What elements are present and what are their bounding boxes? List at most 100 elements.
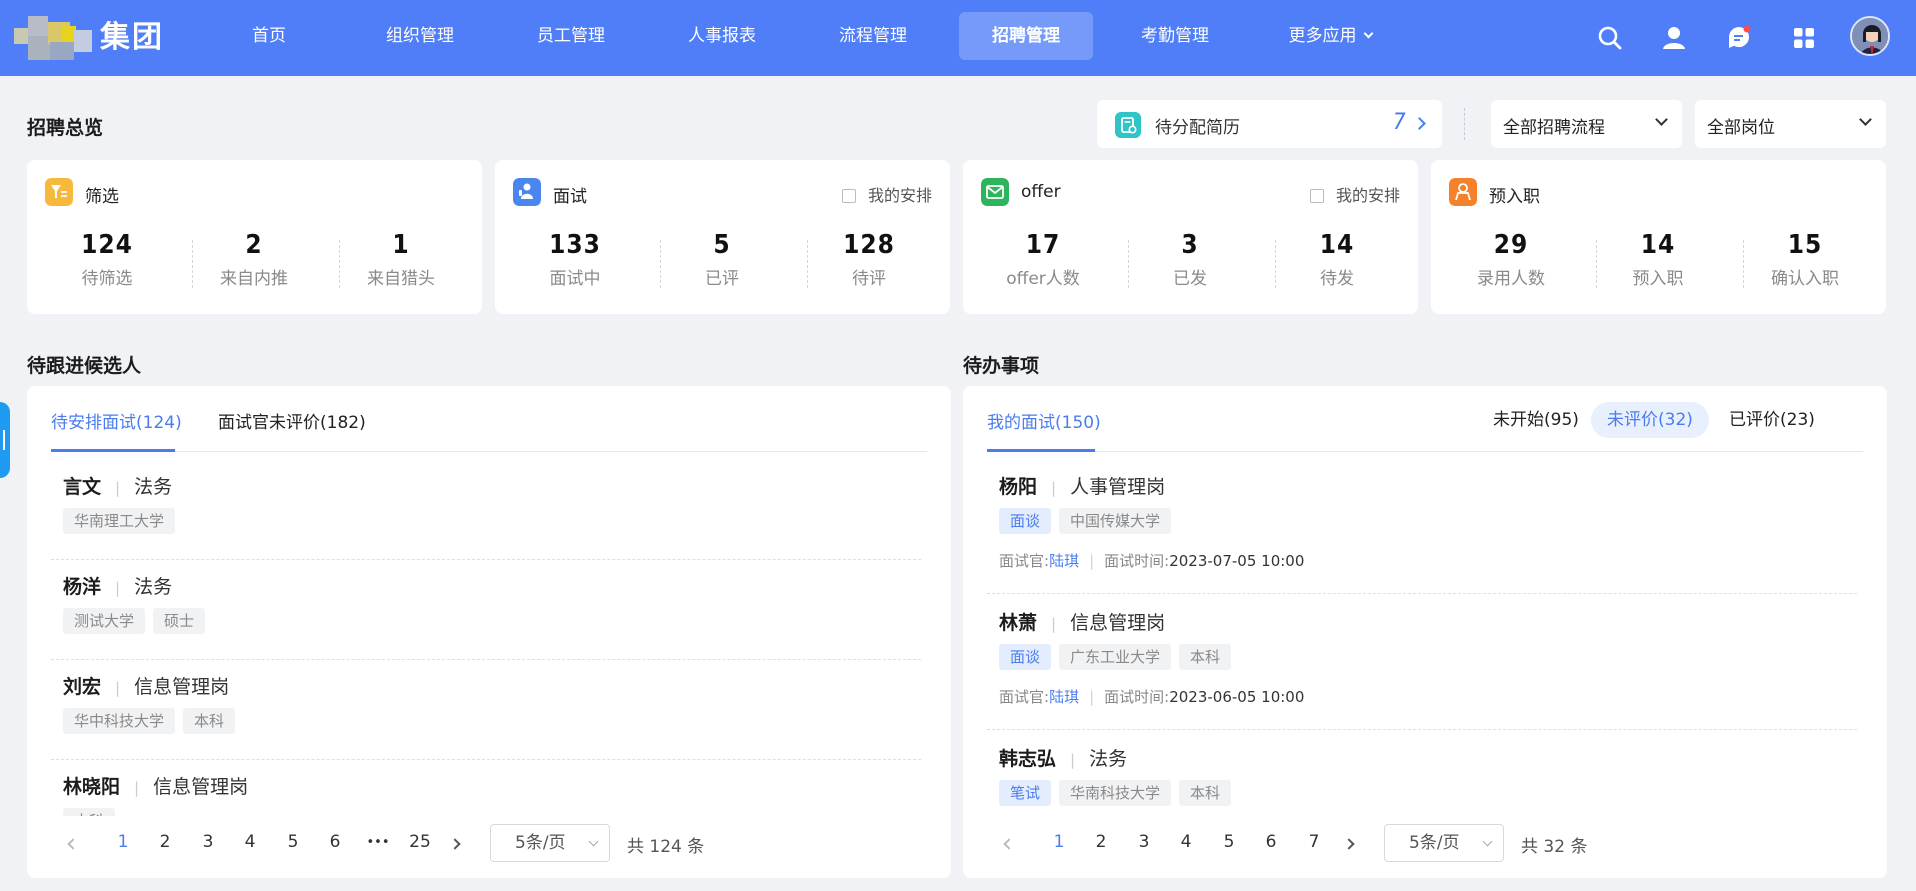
my-arrangement-checkbox[interactable]: 我的安排 <box>841 182 932 206</box>
page-5[interactable]: 5 <box>1214 832 1244 852</box>
candidate-item[interactable]: 言文 | 法务 华南理工大学 <box>51 472 921 560</box>
interview-name-row: 韩志弘 | 法务 <box>999 748 1128 770</box>
nav-org[interactable]: 组织管理 <box>351 12 489 60</box>
candidate-name: 林萧 <box>999 612 1038 634</box>
stat-pending-screen[interactable]: 124 待筛选 <box>34 230 180 289</box>
candidates-pagination: 1 2 3 4 5 6 ••• 25 5条/页 共 124 条 <box>51 824 931 874</box>
page-2[interactable]: 2 <box>150 832 180 852</box>
filter-not-evaluated[interactable]: 未评价(32) <box>1591 402 1709 438</box>
page-7[interactable]: 7 <box>1299 832 1329 852</box>
page-25[interactable]: 25 <box>405 832 435 852</box>
nav-home[interactable]: 首页 <box>200 12 338 60</box>
my-arrangement-checkbox[interactable]: 我的安排 <box>1309 182 1400 206</box>
side-drawer-handle[interactable] <box>0 402 10 478</box>
next-page-icon[interactable] <box>1343 838 1355 850</box>
candidate-role: 信息管理岗 <box>1070 612 1166 634</box>
interview-item[interactable]: 杨阳 | 人事管理岗 面谈 中国传媒大学 面试官:陆琪 | 面试时间:2023-07-05… <box>987 472 1857 594</box>
stat-confirmed[interactable]: 15 确认入职 <box>1732 230 1878 289</box>
page-size-select[interactable]: 5条/页 <box>490 824 610 862</box>
tab-to-schedule[interactable]: 待安排面试(124) <box>51 408 182 433</box>
stat-sent[interactable]: 3 已发 <box>1117 230 1263 289</box>
page-3[interactable]: 3 <box>193 832 223 852</box>
page-3[interactable]: 3 <box>1129 832 1159 852</box>
page-6[interactable]: 6 <box>320 832 350 852</box>
stat-hired[interactable]: 29 录用人数 <box>1438 230 1584 289</box>
tab-my-interviews[interactable]: 我的面试(150) <box>987 408 1101 433</box>
interview-item[interactable]: 韩志弘 | 法务 笔试 华南科技大学 本科 <box>987 744 1857 814</box>
stat-pre-onboard[interactable]: 14 预入职 <box>1585 230 1731 289</box>
page-1[interactable]: 1 <box>108 832 138 852</box>
pending-resumes-label: 待分配简历 <box>1155 118 1240 138</box>
nav-attendance[interactable]: 考勤管理 <box>1106 12 1244 60</box>
prev-page-icon[interactable] <box>1003 838 1015 850</box>
stat-value: 133 <box>549 230 601 260</box>
nav-employee[interactable]: 员工管理 <box>502 12 640 60</box>
top-navbar: 集团 首页 组织管理 员工管理 人事报表 流程管理 招聘管理 考勤管理 更多应用 <box>0 0 1916 76</box>
nav-hr-report[interactable]: 人事报表 <box>653 12 791 60</box>
interviewer-link[interactable]: 陆琪 <box>1049 688 1079 706</box>
candidate-item[interactable]: 林晓阳|信息管理岗 本科 <box>51 772 921 816</box>
search-icon[interactable] <box>1596 24 1624 52</box>
tab-not-evaluated[interactable]: 面试官未评价(182) <box>218 408 366 433</box>
candidate-item[interactable]: 刘宏 | 信息管理岗 华中科技大学 本科 <box>51 672 921 760</box>
interview-type-tag: 笔试 <box>999 780 1052 806</box>
tag: 本科 <box>1179 644 1232 670</box>
card-title: 面试 <box>553 187 587 207</box>
candidate-item[interactable]: 杨洋 | 法务 测试大学 硕士 <box>51 572 921 660</box>
stat-label: 来自内推 <box>220 269 288 289</box>
checkbox-label: 我的安排 <box>1335 186 1400 205</box>
page-2[interactable]: 2 <box>1086 832 1116 852</box>
stat-label: 确认入职 <box>1771 269 1839 289</box>
candidate-name: 林晓阳 <box>63 776 121 798</box>
nav-more-apps[interactable]: 更多应用 <box>1257 12 1403 60</box>
stat-value: 2 <box>245 230 263 260</box>
nav-process[interactable]: 流程管理 <box>804 12 942 60</box>
position-select[interactable]: 全部岗位 <box>1695 100 1886 148</box>
page-size-value: 5条/页 <box>1409 833 1460 853</box>
candidate-role: 信息管理岗 <box>153 776 249 798</box>
interviewer-link[interactable]: 陆琪 <box>1049 552 1079 570</box>
stat-interviewing[interactable]: 133 面试中 <box>502 230 648 289</box>
stat-to-send[interactable]: 14 待发 <box>1264 230 1410 289</box>
filter-icon <box>45 178 73 206</box>
prev-page-icon[interactable] <box>67 838 79 850</box>
message-icon[interactable] <box>1725 24 1753 52</box>
user-avatar[interactable] <box>1850 16 1890 56</box>
overview-title: 招聘总览 <box>27 117 104 139</box>
filter-not-started[interactable]: 未开始(95) <box>1477 402 1595 438</box>
pending-resumes[interactable]: 待分配简历 7 <box>1097 100 1442 148</box>
candidate-name-row: 杨洋 | 法务 <box>63 576 173 598</box>
todos-panel: 我的面试(150) 未开始(95) 未评价(32) 已评价(23) 杨阳 | 人事管… <box>963 386 1887 878</box>
position-select-value: 全部岗位 <box>1707 118 1775 138</box>
page-size-select[interactable]: 5条/页 <box>1384 824 1504 862</box>
user-icon[interactable] <box>1660 24 1688 52</box>
nav-recruitment[interactable]: 招聘管理 <box>959 12 1093 60</box>
stat-headhunter[interactable]: 1 来自猎头 <box>328 230 474 289</box>
stat-referral[interactable]: 2 来自内推 <box>181 230 327 289</box>
page-4[interactable]: 4 <box>235 832 265 852</box>
tag: 测试大学 <box>63 608 146 634</box>
interview-time-label: 面试时间: <box>1104 552 1170 570</box>
stat-offer-count[interactable]: 17 offer人数 <box>970 230 1116 289</box>
page-4[interactable]: 4 <box>1171 832 1201 852</box>
checkbox-label: 我的安排 <box>867 186 932 205</box>
page-6[interactable]: 6 <box>1256 832 1286 852</box>
page-1[interactable]: 1 <box>1044 832 1074 852</box>
tag: 华南理工大学 <box>63 508 176 534</box>
brand-logo[interactable]: 集团 <box>14 16 174 60</box>
next-page-icon[interactable] <box>449 838 461 850</box>
stat-label: 录用人数 <box>1477 269 1545 289</box>
apps-icon[interactable] <box>1790 24 1818 52</box>
candidate-tags: 华中科技大学 本科 <box>63 708 243 734</box>
interview-icon <box>513 178 541 206</box>
stat-to-evaluate[interactable]: 128 待评 <box>796 230 942 289</box>
stat-evaluated[interactable]: 5 已评 <box>649 230 795 289</box>
stat-label: offer人数 <box>1006 269 1080 289</box>
interview-item[interactable]: 林萧 | 信息管理岗 面谈 广东工业大学 本科 面试官:陆琪 | 面试时间:2023-06-… <box>987 608 1857 730</box>
process-select[interactable]: 全部招聘流程 <box>1491 100 1682 148</box>
page-ellipsis[interactable]: ••• <box>363 835 393 850</box>
candidate-tags: 华南理工大学 <box>63 508 183 534</box>
filter-evaluated[interactable]: 已评价(23) <box>1713 402 1831 438</box>
page-5[interactable]: 5 <box>278 832 308 852</box>
screening-card: 筛选 124 待筛选 2 来自内推 1 来自猎头 <box>27 160 482 314</box>
